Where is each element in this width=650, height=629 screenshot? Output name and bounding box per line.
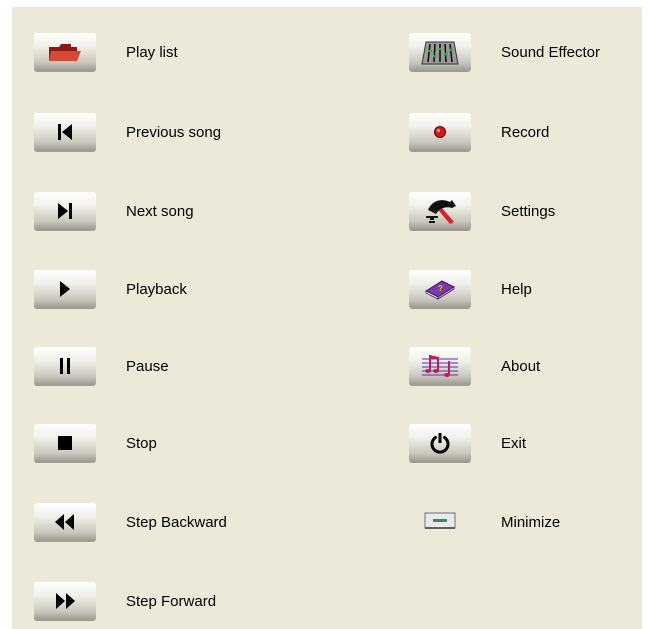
exit-label: Exit: [501, 434, 527, 452]
step-forward-item[interactable]: Step Forward: [34, 576, 216, 626]
sound-effector-button[interactable]: [409, 33, 471, 71]
help-button[interactable]: ?: [409, 270, 471, 308]
stop-button[interactable]: [34, 424, 96, 462]
exit-item[interactable]: Exit: [409, 418, 526, 468]
settings-item[interactable]: Settings: [409, 186, 555, 236]
previous-song-button[interactable]: [34, 113, 96, 151]
stop-icon: [58, 436, 72, 450]
next-icon: [58, 203, 72, 219]
equalizer-icon: [421, 41, 459, 65]
playback-button[interactable]: [34, 270, 96, 308]
playback-label: Playback: [126, 280, 187, 298]
pause-icon: [60, 358, 70, 374]
step-backward-button[interactable]: [34, 503, 96, 541]
settings-label: Settings: [501, 202, 556, 220]
stop-label: Stop: [126, 434, 157, 452]
step-forward-label: Step Forward: [126, 592, 217, 610]
play-icon: [60, 281, 70, 297]
sound-effector-label: Sound Effector: [501, 43, 600, 61]
previous-icon: [58, 124, 72, 140]
minimize-icon: [424, 512, 456, 529]
step-backward-label: Step Backward: [126, 513, 227, 531]
help-item[interactable]: ? Help: [409, 264, 532, 314]
next-song-item[interactable]: Next song: [34, 186, 194, 236]
step-backward-item[interactable]: Step Backward: [34, 497, 227, 547]
record-item[interactable]: Record: [409, 107, 549, 157]
previous-song-label: Previous song: [126, 123, 222, 141]
previous-song-item[interactable]: Previous song: [34, 107, 221, 157]
help-label: Help: [501, 280, 532, 298]
about-button[interactable]: [409, 347, 471, 385]
next-song-label: Next song: [126, 202, 194, 220]
svg-text:?: ?: [438, 284, 443, 293]
power-icon: [430, 433, 450, 454]
stop-item[interactable]: Stop: [34, 418, 157, 468]
fast-forward-icon: [56, 593, 75, 609]
about-label: About: [501, 357, 541, 375]
pause-label: Pause: [126, 357, 169, 375]
folder-icon: [49, 43, 81, 61]
rewind-icon: [55, 514, 74, 530]
settings-button[interactable]: [409, 192, 471, 230]
hammer-icon: [426, 200, 456, 224]
minimize-label: Minimize: [501, 513, 561, 531]
minimize-item[interactable]: Minimize: [409, 497, 560, 547]
exit-button[interactable]: [409, 424, 471, 462]
step-forward-button[interactable]: [34, 582, 96, 620]
record-label: Record: [501, 123, 550, 141]
pause-item[interactable]: Pause: [34, 341, 169, 391]
record-icon: [434, 126, 446, 138]
about-item[interactable]: About: [409, 341, 540, 391]
play-list-label: Play list: [126, 43, 178, 61]
sound-effector-item[interactable]: Sound Effector: [409, 27, 600, 77]
playback-item[interactable]: Playback: [34, 264, 187, 314]
record-button[interactable]: [409, 113, 471, 151]
pause-button[interactable]: [34, 347, 96, 385]
play-list-item[interactable]: Play list: [34, 27, 178, 77]
music-notes-icon: [422, 355, 458, 377]
play-list-button[interactable]: [34, 33, 96, 71]
next-song-button[interactable]: [34, 192, 96, 230]
controls-legend-panel: Play list Previous song Next song Playba…: [12, 7, 642, 629]
minimize-button[interactable]: [409, 503, 471, 541]
help-book-icon: ?: [424, 280, 456, 300]
